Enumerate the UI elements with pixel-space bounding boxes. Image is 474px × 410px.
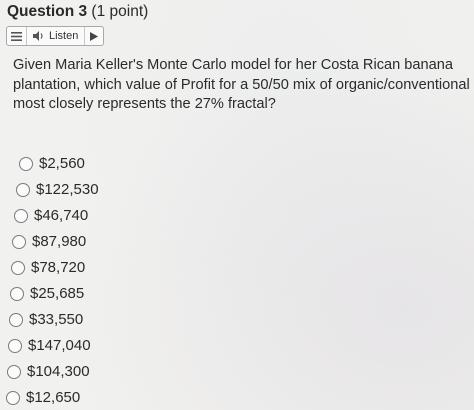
menu-lines-icon bbox=[11, 31, 22, 41]
question-text: Given Maria Keller's Monte Carlo model f… bbox=[13, 57, 470, 112]
radio-button[interactable] bbox=[19, 156, 33, 171]
radio-button[interactable] bbox=[9, 312, 23, 327]
play-icon bbox=[90, 31, 99, 41]
answer-option[interactable]: $12,650 bbox=[6, 389, 80, 406]
radio-button[interactable] bbox=[12, 234, 26, 249]
listen-button[interactable]: Listen bbox=[27, 27, 86, 45]
radio-button[interactable] bbox=[8, 338, 22, 353]
radio-button[interactable] bbox=[16, 182, 30, 197]
radio-button[interactable] bbox=[10, 286, 24, 301]
read-aloud-toolbar: Listen bbox=[6, 26, 104, 46]
answer-option[interactable]: $87,980 bbox=[12, 233, 86, 250]
answer-option-label: $46,740 bbox=[34, 207, 89, 224]
answer-option[interactable]: $78,720 bbox=[11, 259, 85, 276]
radio-button[interactable] bbox=[11, 260, 25, 275]
answer-option[interactable]: $25,685 bbox=[10, 285, 84, 302]
answer-option[interactable]: $104,300 bbox=[7, 363, 90, 380]
speaker-icon bbox=[33, 31, 43, 41]
answer-option-label: $122,530 bbox=[36, 181, 99, 198]
answer-option-label: $147,040 bbox=[28, 337, 91, 354]
answer-option[interactable]: $46,740 bbox=[14, 207, 88, 224]
radio-button[interactable] bbox=[7, 364, 21, 379]
answer-option[interactable]: $2,560 bbox=[19, 155, 85, 172]
question-heading: Question 3 (1 point) bbox=[7, 3, 148, 21]
answer-option[interactable]: $147,040 bbox=[8, 337, 91, 354]
answer-option[interactable]: $122,530 bbox=[16, 181, 99, 198]
play-button[interactable] bbox=[85, 27, 103, 45]
answer-option-label: $2,560 bbox=[39, 155, 85, 172]
answer-option-label: $104,300 bbox=[27, 363, 90, 380]
answer-option-label: $87,980 bbox=[32, 233, 87, 250]
answer-option-label: $78,720 bbox=[31, 259, 86, 276]
radio-button[interactable] bbox=[6, 390, 20, 405]
question-points: (1 point) bbox=[91, 3, 149, 20]
radio-button[interactable] bbox=[14, 208, 28, 223]
answer-option-label: $33,550 bbox=[29, 311, 84, 328]
question-number: Question 3 bbox=[7, 3, 88, 20]
listen-label: Listen bbox=[49, 30, 79, 42]
answer-option-label: $25,685 bbox=[30, 285, 85, 302]
answer-option-label: $12,650 bbox=[26, 389, 81, 406]
tts-menu-button[interactable] bbox=[7, 27, 27, 45]
answer-option[interactable]: $33,550 bbox=[9, 311, 83, 328]
